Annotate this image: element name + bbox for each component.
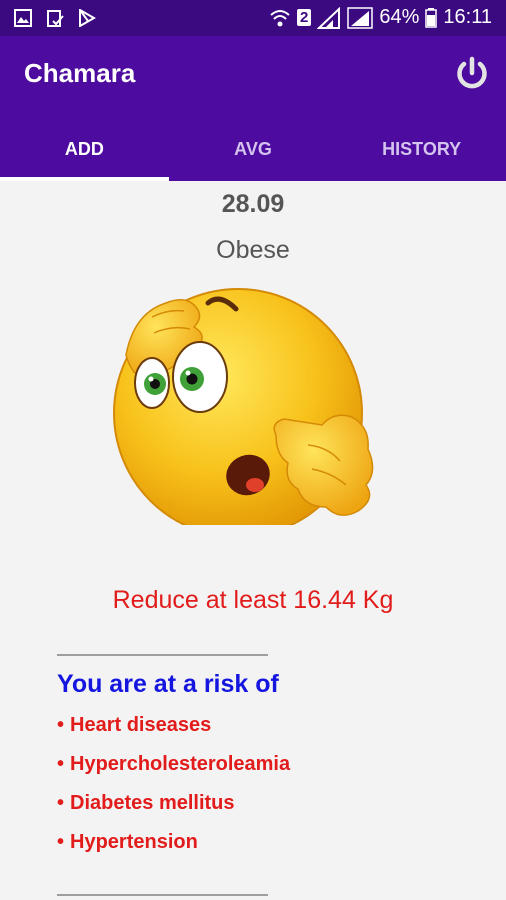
bullet-icon: •: [57, 792, 65, 814]
tab-add[interactable]: ADD: [0, 118, 169, 181]
notification-icons: [14, 9, 96, 27]
tab-avg[interactable]: AVG: [169, 118, 338, 181]
risk-item: • Hypercholesteroleamia: [57, 753, 291, 775]
status-bar: 2 64% 16:11: [0, 0, 506, 36]
signal-icon-2: [347, 6, 374, 29]
divider-top: [57, 654, 268, 656]
surprised-emoji-icon: [113, 288, 374, 525]
tab-bar: ADD AVG HISTORY: [0, 118, 506, 181]
gallery-icon: [14, 9, 32, 27]
divider-bottom: [57, 894, 268, 896]
power-icon[interactable]: [454, 56, 490, 92]
clock: 16:11: [443, 6, 492, 28]
battery-percent: 64%: [379, 6, 420, 28]
bmi-value: 28.09: [221, 190, 285, 218]
app-title: Chamara: [24, 58, 136, 88]
bmi-category: Obese: [216, 236, 290, 264]
system-icons: 2 64% 16:11: [269, 6, 492, 29]
play-store-icon: [79, 9, 96, 27]
app-bar: Chamara: [0, 36, 506, 118]
risk-title: You are at a risk of: [57, 670, 279, 698]
clipboard-check-icon: [47, 10, 64, 27]
bullet-icon: •: [57, 831, 65, 853]
bullet-icon: •: [57, 714, 65, 736]
weight-advice: Reduce at least 16.44 Kg: [112, 586, 394, 614]
signal-icon: [317, 6, 341, 29]
risk-item: • Heart diseases: [57, 714, 212, 736]
risk-item: • Hypertension: [57, 831, 198, 853]
risk-list: • Heart diseases • Hypercholesteroleamia •…: [57, 714, 290, 870]
risk-item: • Diabetes mellitus: [57, 792, 235, 814]
bullet-icon: •: [57, 753, 65, 775]
sim-slot-badge: 2: [297, 9, 312, 26]
wifi-icon: [270, 9, 290, 26]
battery-icon: [425, 7, 438, 28]
tab-history[interactable]: HISTORY: [337, 118, 506, 181]
